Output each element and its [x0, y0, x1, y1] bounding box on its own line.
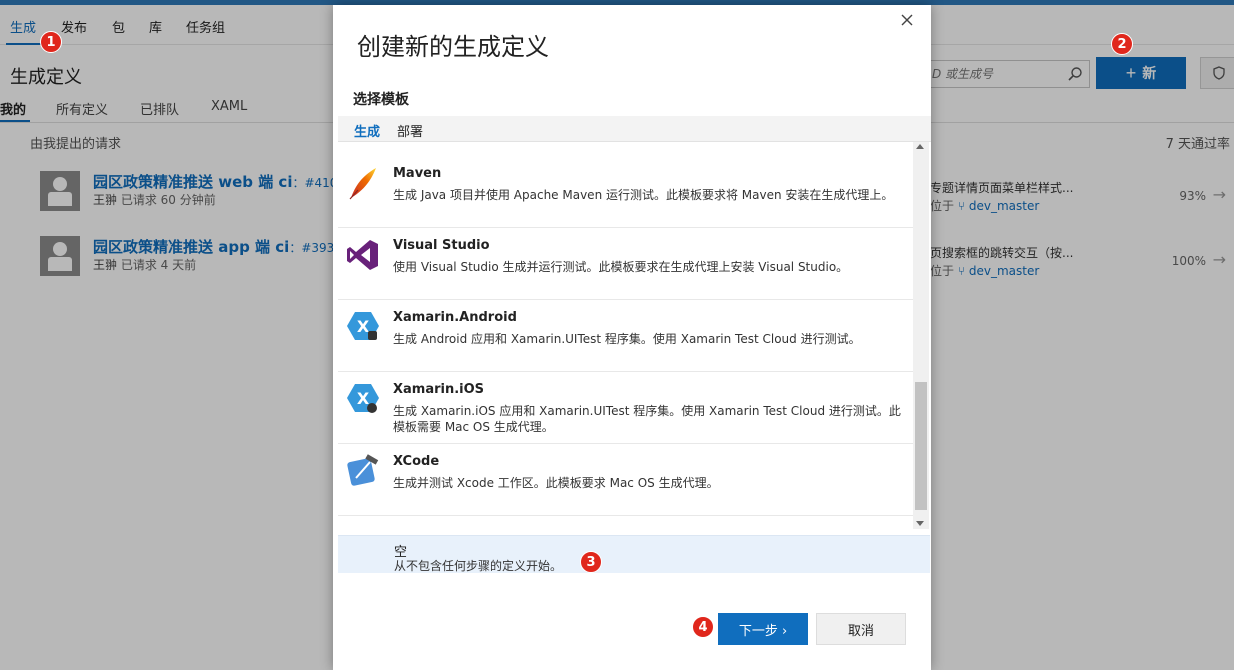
svg-text:X: X: [357, 389, 370, 408]
xamarin-ios-icon: X: [347, 384, 379, 413]
template-description: 生成 Xamarin.iOS 应用和 Xamarin.UITest 程序集。使用…: [393, 404, 901, 434]
dialog-title: 创建新的生成定义: [357, 33, 549, 61]
template-item-visual-studio[interactable]: Visual Studio 使用 Visual Studio 生成并运行测试。此…: [338, 228, 913, 300]
close-icon: [901, 14, 913, 25]
xamarin-android-icon: X: [347, 312, 379, 340]
scroll-down-icon[interactable]: [916, 521, 924, 526]
template-description: 从不包含任何步骤的定义开始。: [394, 559, 563, 573]
annotation-badge: 4: [692, 616, 714, 638]
template-name: Visual Studio: [393, 238, 490, 253]
annotation-badge: 2: [1111, 33, 1133, 55]
template-description: 生成并测试 Xcode 工作区。此模板要求 Mac OS 生成代理。: [393, 476, 719, 490]
scrollbar-thumb[interactable]: [915, 382, 927, 510]
template-item-xamarin-ios[interactable]: X Xamarin.iOS 生成 Xamarin.iOS 应用和 Xamarin…: [338, 372, 913, 444]
visual-studio-icon: [347, 240, 378, 270]
template-item-empty[interactable]: 空 从不包含任何步骤的定义开始。: [338, 535, 930, 573]
scroll-up-icon[interactable]: [916, 144, 924, 149]
template-item-xamarin-android[interactable]: X Xamarin.Android 生成 Android 应用和 Xamarin…: [338, 300, 913, 372]
annotation-badge: 1: [40, 31, 62, 53]
annotation-badge: 3: [580, 551, 602, 573]
template-name: Maven: [393, 166, 442, 181]
tab-build[interactable]: 生成: [354, 121, 380, 140]
xcode-icon: [347, 454, 379, 486]
template-description: 使用 Visual Studio 生成并运行测试。此模板要求在生成代理上安装 V…: [393, 260, 849, 274]
select-template-heading: 选择模板: [353, 92, 409, 108]
template-list: Maven 生成 Java 项目并使用 Apache Maven 运行测试。此模…: [338, 142, 929, 529]
template-description: 生成 Android 应用和 Xamarin.UITest 程序集。使用 Xam…: [393, 332, 861, 346]
cancel-button[interactable]: 取消: [816, 613, 906, 645]
next-button[interactable]: 下一步 ›: [718, 613, 808, 645]
template-name: XCode: [393, 454, 440, 469]
tab-deploy[interactable]: 部署: [397, 121, 423, 140]
template-tabs: 生成 部署: [338, 116, 931, 142]
create-build-definition-dialog: 创建新的生成定义 选择模板 生成 部署 Maven 生成 Java 项目并使用 …: [333, 5, 931, 670]
svg-text:X: X: [357, 317, 370, 336]
template-item-maven[interactable]: Maven 生成 Java 项目并使用 Apache Maven 运行测试。此模…: [338, 156, 913, 228]
template-list-scrollbar[interactable]: [913, 142, 929, 529]
template-item-xcode[interactable]: XCode 生成并测试 Xcode 工作区。此模板要求 Mac OS 生成代理。: [338, 444, 913, 516]
template-name: Xamarin.iOS: [393, 382, 485, 397]
maven-feather-icon: [349, 168, 376, 200]
close-button[interactable]: [899, 13, 915, 29]
template-name: Xamarin.Android: [393, 310, 517, 325]
template-description: 生成 Java 项目并使用 Apache Maven 运行测试。此模板要求将 M…: [393, 188, 894, 202]
